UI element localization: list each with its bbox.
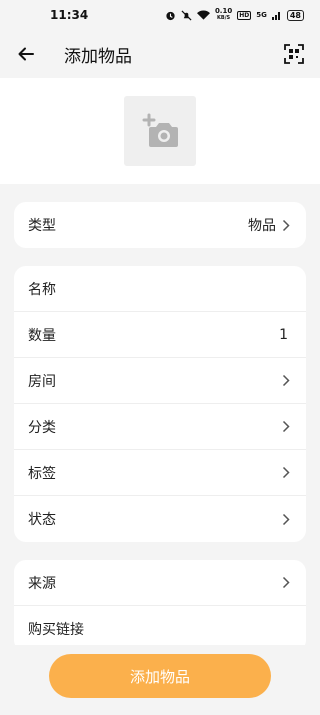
net-speed: 0.10 KB/S [215,8,232,22]
row-label-quantity: 数量 [28,327,56,344]
net-speed-value: 0.10 [214,7,233,15]
hd-label: HD [237,10,252,20]
row-source[interactable]: 来源 [14,560,306,606]
row-status[interactable]: 状态 [14,496,306,542]
chevron-right-icon [282,218,292,232]
photo-area [0,78,320,184]
type-card: 类型 物品 [14,202,306,248]
row-quantity[interactable]: 数量 1 [14,312,306,358]
status-bar: 11:34 0.10 KB/S HD 5G 48 [0,0,320,30]
arrow-left-icon [18,47,34,61]
add-photo-icon [142,113,178,147]
status-time: 11:34 [50,8,89,22]
net-speed-unit: KB/S [217,15,231,21]
battery-indicator: 48 [286,9,304,21]
add-photo-button[interactable] [124,96,196,166]
row-tags[interactable]: 标签 [14,450,306,496]
wifi-icon [196,10,210,20]
chevron-right-icon [282,466,292,480]
row-type[interactable]: 类型 物品 [14,202,306,248]
page-title: 添加物品 [64,46,132,67]
qr-scan-icon [284,44,304,64]
source-card: 来源 购买链接 [14,560,306,652]
scan-button[interactable] [282,42,306,66]
row-label-category: 分类 [28,419,56,436]
row-label-purchase-link: 购买链接 [28,622,84,638]
alarm-icon [166,11,175,20]
add-item-button[interactable]: 添加物品 [49,654,271,698]
row-label-tags: 标签 [28,465,56,482]
row-label-status: 状态 [28,512,56,528]
signal-icon [271,12,280,20]
row-label-room: 房间 [28,373,56,390]
mute-icon [181,9,192,21]
details-card: 名称 数量 1 房间 分类 标签 状态 [14,266,306,542]
row-label-name: 名称 [28,281,56,298]
signal-label: 5G [256,11,267,19]
row-value-type: 物品 [248,218,276,234]
chevron-right-icon [282,374,292,388]
app-header: 添加物品 [0,30,320,78]
chevron-right-icon [282,420,292,434]
row-value-quantity: 1 [279,326,288,343]
status-icons: 0.10 KB/S HD 5G 48 [165,8,304,22]
chevron-right-icon [282,512,292,526]
row-name[interactable]: 名称 [14,266,306,312]
chevron-right-icon [282,576,292,590]
row-label-source: 来源 [28,575,56,592]
bottom-bar: 添加物品 [0,645,320,715]
row-category[interactable]: 分类 [14,404,306,450]
back-button[interactable] [14,42,38,66]
row-label-type: 类型 [28,218,56,234]
row-room[interactable]: 房间 [14,358,306,404]
